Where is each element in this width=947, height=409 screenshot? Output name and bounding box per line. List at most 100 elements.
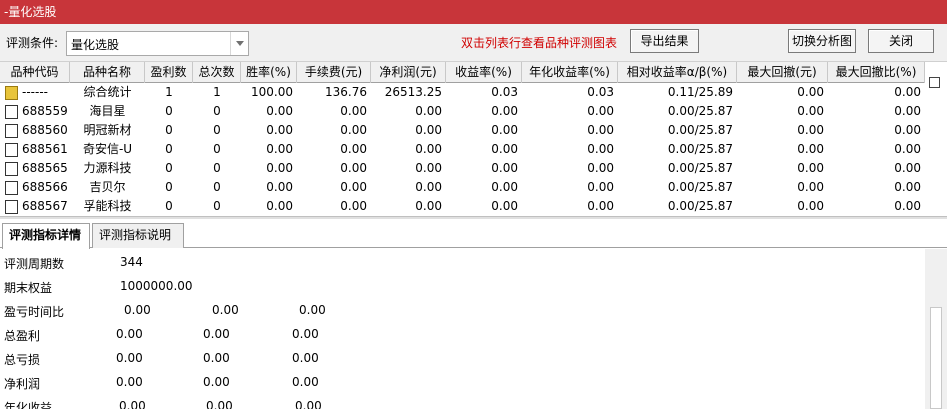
cell-relative-return: 0.00/25.87 (667, 142, 733, 156)
column-chooser-icon[interactable] (929, 77, 940, 88)
cell-relative-return: 0.00/25.87 (667, 104, 733, 118)
close-button[interactable]: 关闭 (868, 29, 934, 53)
switch-chart-button[interactable]: 切换分析图 (788, 29, 856, 53)
detail-value: 0.00 (116, 351, 143, 365)
doc-icon (5, 200, 18, 214)
table-row[interactable]: 688559 海目星 0 0 0.00 0.00 0.00 0.00 0.00 0.00/25.8… (0, 102, 925, 121)
cell-profit: 0.00 (415, 104, 442, 118)
dropdown-button[interactable] (230, 32, 248, 55)
col-header-annual-return[interactable]: 年化收益率(%) (522, 62, 618, 83)
cell-annual-return: 0.00 (587, 199, 614, 213)
cell-wins: 0 (165, 199, 173, 213)
detail-label: 总盈利 (4, 329, 41, 343)
cell-code: ------ (22, 85, 48, 99)
col-header-profit[interactable]: 净利润(元) (371, 62, 446, 83)
cell-max-drawdown: 0.00 (797, 161, 824, 175)
col-header-fee[interactable]: 手续费(元) (297, 62, 371, 83)
grid-body: ------ 综合统计 1 1 100.00 136.76 26513.25 0.03 0.03… (0, 83, 925, 216)
col-header-max-drawdown[interactable]: 最大回撤(元) (737, 62, 828, 83)
cell-total: 0 (213, 142, 221, 156)
detail-row: 总亏损 0.00 0.00 0.00 (0, 347, 925, 371)
detail-value: 0.00 (212, 303, 239, 317)
detail-label: 净利润 (4, 377, 41, 391)
col-header-relative-return[interactable]: 相对收益率α/β(%) (618, 62, 737, 83)
cell-fee: 0.00 (340, 142, 367, 156)
cell-max-drawdown-ratio: 0.00 (894, 142, 921, 156)
cell-relative-return: 0.00/25.87 (667, 123, 733, 137)
cell-annual-return: 0.00 (587, 161, 614, 175)
toolbar: 评测条件: 量化选股 双击列表行查看品种评测图表 导出结果 切换分析图 关闭 (0, 24, 947, 62)
tab-metric-description[interactable]: 评测指标说明 (92, 223, 184, 248)
col-header-winrate[interactable]: 胜率(%) (241, 62, 297, 83)
panel-splitter[interactable] (0, 216, 947, 219)
cell-name: 力源科技 (83, 161, 132, 175)
table-row[interactable]: 688565 力源科技 0 0 0.00 0.00 0.00 0.00 0.00 0.00/25.… (0, 159, 925, 178)
cell-profit: 0.00 (415, 161, 442, 175)
cell-annual-return: 0.03 (587, 85, 614, 99)
cell-max-drawdown-ratio: 0.00 (894, 180, 921, 194)
cell-max-drawdown-ratio: 0.00 (894, 161, 921, 175)
cell-max-drawdown: 0.00 (797, 85, 824, 99)
cell-max-drawdown: 0.00 (797, 104, 824, 118)
cell-fee: 0.00 (340, 123, 367, 137)
detail-label: 期末权益 (4, 281, 53, 295)
folder-icon (5, 86, 18, 100)
detail-value: 1000000.00 (120, 279, 193, 293)
cell-wins: 0 (165, 180, 173, 194)
export-button[interactable]: 导出结果 (630, 29, 699, 53)
cell-code: 688566 (22, 180, 68, 194)
cell-total: 1 (213, 85, 221, 99)
col-header-name[interactable]: 品种名称 (70, 62, 145, 83)
table-row[interactable]: 688567 孚能科技 0 0 0.00 0.00 0.00 0.00 0.00 0.00/25.… (0, 197, 925, 216)
table-row[interactable]: 688560 明冠新材 0 0 0.00 0.00 0.00 0.00 0.00 0.00/25.… (0, 121, 925, 140)
details-scrollbar-thumb[interactable] (930, 307, 942, 409)
detail-row: 净利润 0.00 0.00 0.00 (0, 371, 925, 395)
detail-value: 344 (120, 255, 143, 269)
tab-metric-details[interactable]: 评测指标详情 (2, 223, 90, 249)
cell-max-drawdown-ratio: 0.00 (894, 199, 921, 213)
detail-value: 0.00 (295, 399, 322, 409)
detail-tabs: 评测指标详情 评测指标说明 (0, 222, 947, 249)
table-row[interactable]: 688561 奇安信-U 0 0 0.00 0.00 0.00 0.00 0.00 0.00/25… (0, 140, 925, 159)
table-row[interactable]: 688566 吉贝尔 0 0 0.00 0.00 0.00 0.00 0.00 0.00/25.8… (0, 178, 925, 197)
cell-total: 0 (213, 104, 221, 118)
doc-icon (5, 124, 18, 138)
col-header-return[interactable]: 收益率(%) (446, 62, 522, 83)
col-header-code[interactable]: 品种代码 (0, 62, 70, 83)
chevron-down-icon (236, 41, 244, 46)
table-row[interactable]: ------ 综合统计 1 1 100.00 136.76 26513.25 0.03 0.03… (0, 83, 925, 102)
col-header-total[interactable]: 总次数 (193, 62, 241, 83)
cell-profit: 0.00 (415, 180, 442, 194)
cell-name: 综合统计 (83, 85, 132, 99)
condition-select[interactable]: 量化选股 (66, 31, 249, 56)
cell-code: 688561 (22, 142, 68, 156)
cell-wins: 0 (165, 123, 173, 137)
cell-return: 0.00 (491, 104, 518, 118)
cell-relative-return: 0.00/25.87 (667, 161, 733, 175)
cell-profit: 0.00 (415, 142, 442, 156)
cell-max-drawdown: 0.00 (797, 142, 824, 156)
cell-max-drawdown: 0.00 (797, 180, 824, 194)
doc-icon (5, 181, 18, 195)
detail-value: 0.00 (119, 399, 146, 409)
detail-label: 盈亏时间比 (4, 305, 65, 319)
cell-wins: 0 (165, 161, 173, 175)
cell-code: 688567 (22, 199, 68, 213)
col-header-wins[interactable]: 盈利数 (145, 62, 193, 83)
cell-max-drawdown-ratio: 0.00 (894, 104, 921, 118)
doc-icon (5, 105, 18, 119)
cell-winrate: 0.00 (266, 123, 293, 137)
cell-fee: 0.00 (340, 199, 367, 213)
col-header-max-drawdown-ratio[interactable]: 最大回撤比(%) (828, 62, 925, 83)
detail-label: 总亏损 (4, 353, 41, 367)
cell-wins: 0 (165, 104, 173, 118)
window-title: -量化选股 (0, 0, 947, 24)
detail-value: 0.00 (203, 327, 230, 341)
details-scrollbar[interactable] (925, 249, 947, 409)
cell-code: 688560 (22, 123, 68, 137)
cell-annual-return: 0.00 (587, 123, 614, 137)
condition-select-value: 量化选股 (71, 38, 120, 52)
cell-max-drawdown: 0.00 (797, 123, 824, 137)
cell-profit: 0.00 (415, 199, 442, 213)
cell-max-drawdown: 0.00 (797, 199, 824, 213)
